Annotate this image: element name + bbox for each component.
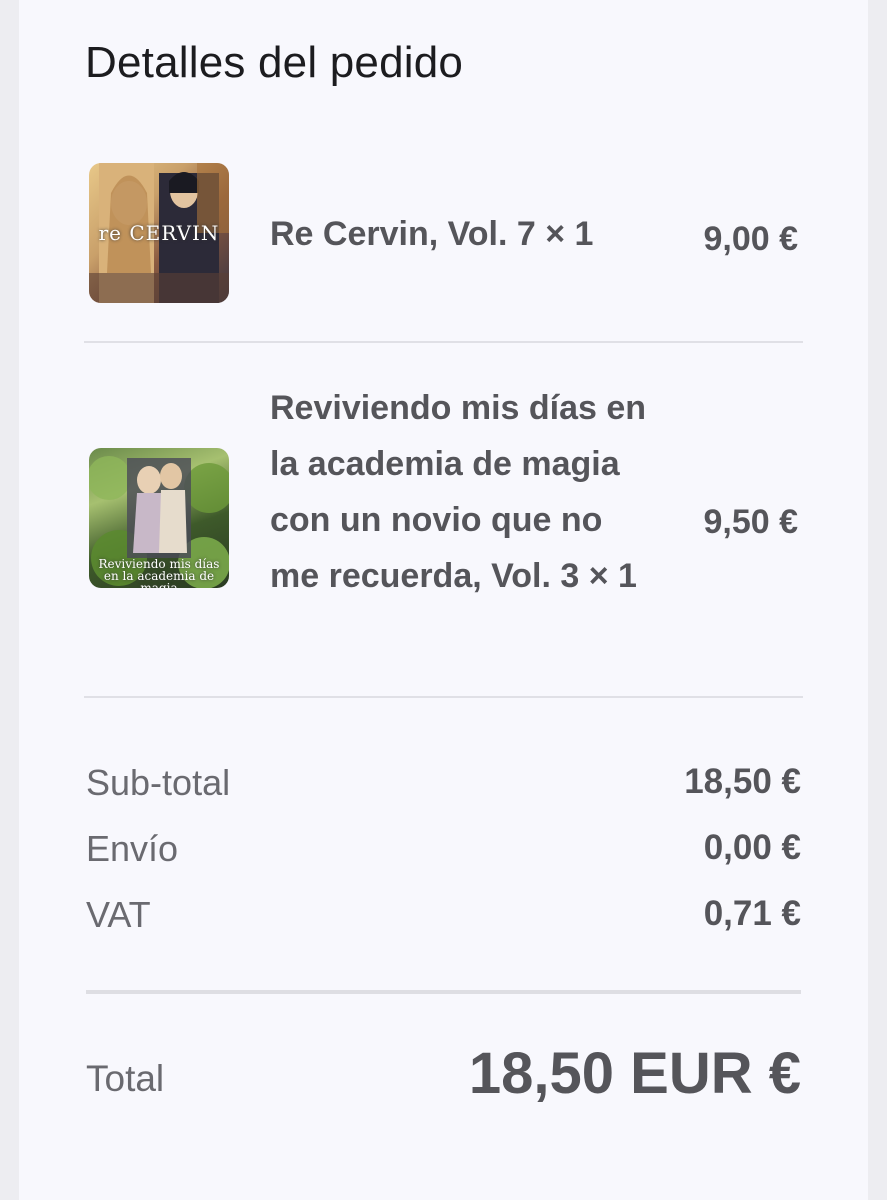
cover-title: Reviviendo mis días en la academia de ma… (98, 557, 220, 588)
page-title: Detalles del pedido (85, 38, 464, 87)
total-label: Total (86, 1058, 165, 1099)
vat-value: 0,71 € (703, 894, 801, 933)
order-item: re CERVIN Re Cervin, Vol. 7 × 1 9,00 € (89, 163, 798, 305)
divider (86, 990, 801, 994)
item-price: 9,00 € (703, 220, 798, 258)
total-value: 18,50 EUR € (468, 1041, 801, 1106)
item-name: Reviviendo mis días en la academia de ma… (270, 389, 647, 595)
vat-label: VAT (86, 894, 151, 935)
subtotal-label: Sub-total (86, 762, 231, 803)
item-price: 9,50 € (703, 503, 798, 541)
shipping-value: 0,00 € (703, 828, 801, 867)
book-cover-image: Reviviendo mis días en la academia de ma… (89, 448, 229, 588)
subtotal-row: Sub-total 18,50 € (86, 762, 801, 812)
vat-row: VAT 0,71 € (86, 894, 801, 944)
subtotal-value: 18,50 € (684, 762, 801, 801)
shipping-label: Envío (86, 828, 179, 869)
shipping-row: Envío 0,00 € (86, 828, 801, 878)
item-name: Re Cervin, Vol. 7 × 1 (270, 215, 594, 253)
book-cover-image: re CERVIN (89, 163, 229, 303)
divider (84, 696, 803, 698)
order-details-card: Detalles del pedido re CERVIN Re Cervin,… (19, 0, 868, 1200)
divider (84, 341, 803, 343)
cover-title: re CERVIN (98, 221, 220, 245)
order-item: Reviviendo mis días en la academia de ma… (89, 380, 798, 670)
